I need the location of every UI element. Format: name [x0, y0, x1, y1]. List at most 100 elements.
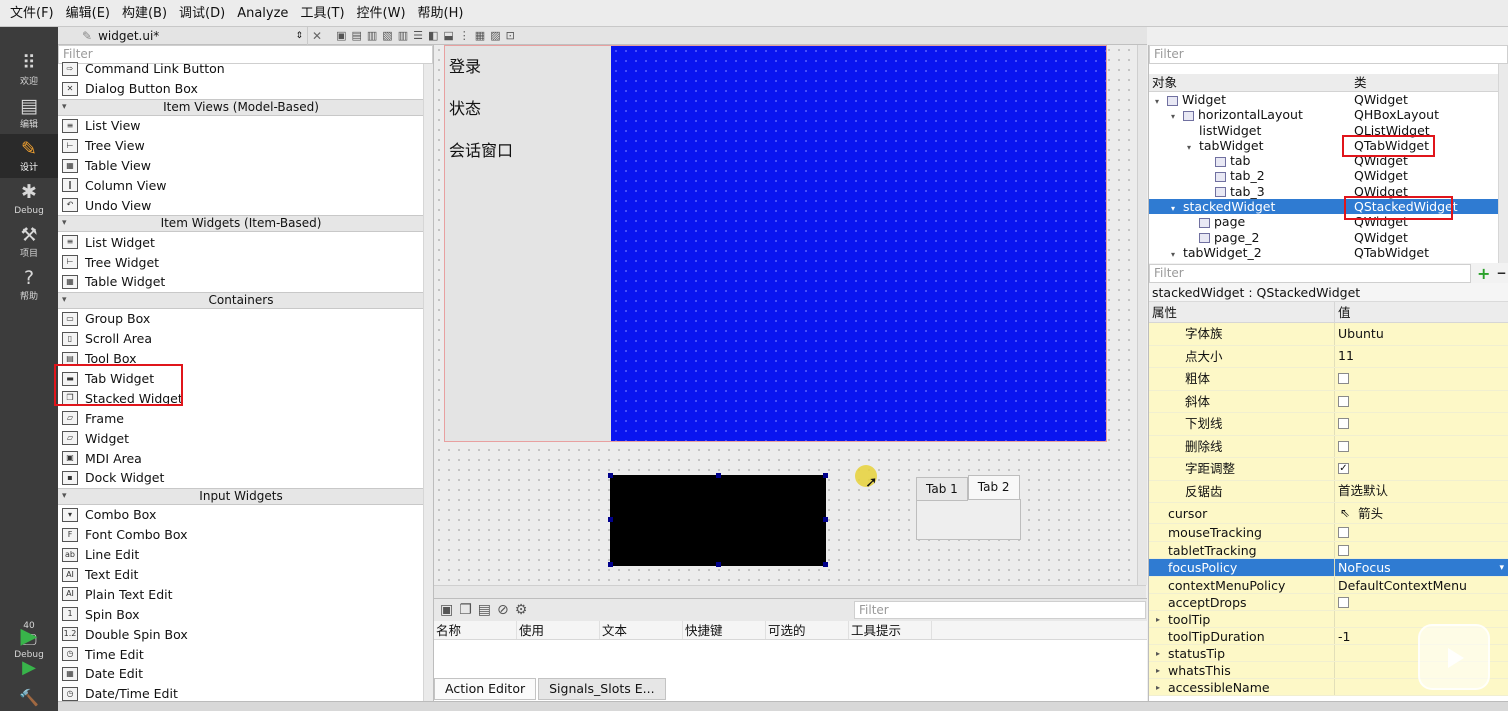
file-tab[interactable]: ✎ widget.ui* ⇕ [58, 26, 308, 45]
expand-arrow-icon[interactable]: ▾ [1187, 140, 1199, 153]
widget-item[interactable]: ⊢ Tree Widget [58, 252, 424, 272]
property-value[interactable] [1335, 524, 1508, 541]
widget-item[interactable]: ◷ Date/Time Edit [58, 684, 424, 701]
object-tree-row[interactable]: listWidget QListWidget [1149, 123, 1508, 138]
copy-action-icon[interactable]: ❐ [459, 602, 472, 618]
menu-item[interactable]: 文件(F) [4, 0, 60, 27]
mode-4[interactable]: ✱ Debug [0, 177, 58, 221]
list-widget[interactable]: 登录 状态 会话窗口 [444, 45, 611, 442]
object-tree-row[interactable]: ▾ stackedWidget QStackedWidget [1149, 199, 1508, 215]
mode-5[interactable]: ⚒ 项目 [0, 220, 58, 264]
tab-action-editor[interactable]: Action Editor [434, 678, 537, 700]
edit-taborder-icon[interactable]: ▧ [382, 29, 392, 42]
property-row[interactable]: 字体族 Ubuntu [1149, 323, 1508, 346]
object-tree-row[interactable]: page_2 QWidget [1149, 230, 1508, 245]
menu-item[interactable]: 调试(D) [173, 0, 231, 27]
property-row[interactable]: 点大小 11 [1149, 345, 1508, 368]
property-row[interactable]: 删除线 [1149, 435, 1508, 458]
widgetbox-scrollbar[interactable] [423, 64, 433, 701]
widget-item[interactable]: ◷ Time Edit [58, 644, 424, 664]
action-filter-input[interactable]: Filter [854, 601, 1146, 619]
mode-2[interactable]: ▤ 编辑 [0, 91, 58, 135]
property-checkbox[interactable] [1338, 544, 1349, 556]
resize-handle[interactable] [823, 473, 828, 478]
widget-item[interactable]: AI Plain Text Edit [58, 584, 424, 604]
object-tree-row[interactable]: ▾ tabWidget QTabWidget [1149, 138, 1508, 153]
canvas-horizontal-scrollbar[interactable] [434, 585, 1146, 598]
widget-item[interactable]: F Font Combo Box [58, 525, 424, 545]
stacked-widget-page[interactable] [611, 45, 1107, 442]
widget-item[interactable]: AI Text Edit [58, 565, 424, 585]
property-row[interactable]: cursor ⇖ 箭头 [1149, 503, 1508, 524]
object-filter-input[interactable]: Filter [1149, 45, 1508, 64]
run-button[interactable]: ▶ [16, 625, 42, 649]
selected-stacked-widget[interactable] [610, 475, 826, 566]
action-column-header[interactable]: 使用 [517, 621, 600, 639]
property-checkbox[interactable] [1338, 418, 1349, 430]
gear-icon[interactable]: ⚙ [515, 602, 528, 618]
widget-category[interactable]: Item Views (Model-Based) [58, 98, 424, 116]
object-tree-row[interactable]: page QWidget [1149, 214, 1508, 229]
break-layout-icon[interactable]: ▨ [490, 29, 500, 42]
widget-item[interactable]: 1 Spin Box [58, 604, 424, 624]
widget-item[interactable]: ▦ Table Widget [58, 272, 424, 292]
widget-item[interactable]: ▦ Table View [58, 156, 424, 176]
property-row[interactable]: mouseTracking [1149, 524, 1508, 542]
resize-handle[interactable] [608, 517, 613, 522]
widget-item[interactable]: ≡ List View [58, 116, 424, 136]
expand-arrow-icon[interactable]: ▸ [1156, 645, 1160, 662]
action-column-header[interactable]: 文本 [600, 621, 683, 639]
expand-arrow-icon[interactable]: ▸ [1156, 679, 1160, 696]
file-switch-icon[interactable]: ⇕ [295, 31, 303, 41]
property-checkbox[interactable] [1338, 440, 1349, 452]
property-value[interactable] [1335, 368, 1508, 390]
property-row[interactable]: 字距调整 ✓ [1149, 458, 1508, 481]
layout-v-splitter-icon[interactable]: ⬓ [443, 29, 453, 42]
layout-form-icon[interactable]: ⋮ [459, 29, 470, 42]
resize-handle[interactable] [823, 562, 828, 567]
layout-h-splitter-icon[interactable]: ◧ [428, 29, 438, 42]
resize-handle[interactable] [716, 562, 721, 567]
object-tree-row[interactable]: ▾ horizontalLayout QHBoxLayout [1149, 107, 1508, 122]
widget-item[interactable]: ▪ Dock Widget [58, 468, 424, 488]
property-row[interactable]: contextMenuPolicy DefaultContextMenu [1149, 577, 1508, 594]
list-item[interactable]: 会话窗口 [445, 130, 611, 172]
tab-1[interactable]: Tab 1 [916, 477, 968, 501]
object-tree-row[interactable]: tab_2 QWidget [1149, 168, 1508, 183]
tab-signals-slots[interactable]: Signals_Slots E... [538, 678, 666, 700]
property-value[interactable] [1335, 542, 1508, 558]
menu-item[interactable]: 编辑(E) [60, 0, 116, 27]
resize-handle[interactable] [716, 473, 721, 478]
canvas-vertical-scrollbar[interactable] [1137, 45, 1147, 585]
build-button[interactable]: 🔨 [16, 686, 42, 710]
expand-arrow-icon[interactable]: ▸ [1156, 611, 1160, 628]
property-value[interactable]: ✓ [1335, 458, 1508, 480]
expand-arrow-icon[interactable]: ▾ [1171, 247, 1183, 260]
tab-2[interactable]: Tab 2 [967, 475, 1020, 499]
widget-item[interactable]: ▱ Widget [58, 428, 424, 448]
property-value[interactable] [1335, 594, 1508, 610]
widget-category[interactable]: Item Widgets (Item-Based) [58, 215, 424, 233]
property-row[interactable]: 粗体 [1149, 368, 1508, 391]
menu-item[interactable]: 控件(W) [351, 0, 412, 27]
menu-item[interactable]: 帮助(H) [412, 0, 470, 27]
widget-item[interactable]: ▦ Date Edit [58, 664, 424, 684]
action-column-header[interactable]: 快捷键 [683, 621, 766, 639]
widget-item[interactable]: ▯ Scroll Area [58, 329, 424, 349]
property-value[interactable] [1335, 413, 1508, 435]
expand-arrow-icon[interactable]: ▾ [1155, 94, 1167, 107]
menu-item[interactable]: 工具(T) [294, 0, 350, 27]
action-column-header[interactable]: 工具提示 [849, 621, 932, 639]
new-action-icon[interactable]: ▣ [440, 602, 453, 618]
mode-6[interactable]: ? 帮助 [0, 263, 58, 307]
expand-arrow-icon[interactable]: ▾ [1171, 201, 1183, 214]
widget-item[interactable]: ‖ Column View [58, 175, 424, 195]
menu-item[interactable]: 构建(B) [116, 0, 173, 27]
action-column-header[interactable]: 名称 [434, 621, 517, 639]
widget-item[interactable]: ✕ Dialog Button Box [58, 79, 424, 99]
property-checkbox[interactable] [1338, 527, 1349, 538]
widget-item[interactable]: 1.2 Double Spin Box [58, 624, 424, 644]
property-value[interactable]: 首选默认 [1335, 481, 1508, 503]
resize-handle[interactable] [608, 473, 613, 478]
edit-buddies-icon[interactable]: ▥ [367, 29, 377, 42]
